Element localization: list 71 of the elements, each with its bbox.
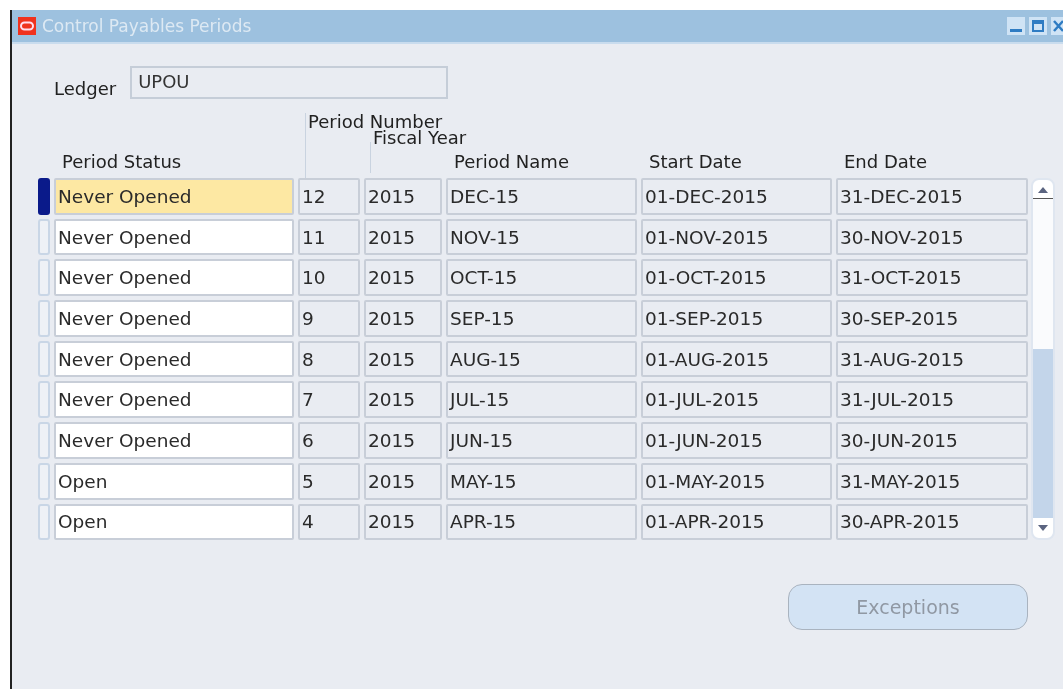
scroll-thumb[interactable] [1033, 198, 1053, 349]
table-cell: MAY-15 [446, 462, 637, 500]
scroll-down-icon[interactable] [1037, 524, 1049, 532]
table-cell: 30-APR-2015 [836, 503, 1028, 541]
status-field[interactable]: Never Opened [54, 381, 294, 419]
table-cell: SEP-15 [446, 300, 637, 337]
table-cell: NOV-15 [446, 218, 637, 256]
table-cell: 31-JUL-2015 [836, 381, 1028, 419]
table-cell: 2015 [364, 178, 442, 215]
table-cell: 31-OCT-2015 [836, 259, 1028, 297]
table-cell: 2015 [364, 422, 442, 459]
table-cell: 31-MAY-2015 [836, 462, 1028, 500]
column-header: Start Date [648, 151, 743, 174]
window-title: Control Payables Periods [42, 16, 253, 36]
table-cell: JUL-15 [446, 381, 637, 419]
ledger-label: Ledger [54, 78, 117, 99]
table-cell: AUG-15 [446, 340, 637, 378]
scrollbar[interactable] [1031, 178, 1055, 540]
table-cell: 7 [298, 381, 360, 419]
table-cell: 2015 [364, 381, 442, 419]
minimize-icon[interactable] [1007, 17, 1025, 35]
table-cell: 01-JUL-2015 [641, 381, 832, 419]
table-cell: 31-AUG-2015 [836, 340, 1028, 378]
scroll-up-icon[interactable] [1037, 186, 1049, 194]
table-cell: 2015 [364, 462, 442, 500]
status-field[interactable]: Never Opened [54, 178, 294, 215]
logo-icon [18, 17, 36, 35]
status-field[interactable]: Never Opened [54, 300, 294, 337]
table-cell: 31-DEC-2015 [836, 178, 1028, 215]
column-header: End Date [843, 151, 928, 174]
table-cell: 5 [298, 462, 360, 500]
table-cell: 30-NOV-2015 [836, 218, 1028, 256]
column-header: Period Status [61, 151, 183, 174]
table-cell: 4 [298, 503, 360, 541]
table-cell: JUN-15 [446, 422, 637, 459]
table-cell: 01-AUG-2015 [641, 340, 832, 378]
table-cell: 11 [298, 218, 360, 256]
table-cell: 01-NOV-2015 [641, 218, 832, 256]
table-cell: 2015 [364, 218, 442, 256]
table-cell: 2015 [364, 259, 442, 297]
table-cell: 01-OCT-2015 [641, 259, 832, 297]
column-header: Period Name [453, 151, 570, 174]
table-cell: 01-JUN-2015 [641, 422, 832, 459]
ledger-field[interactable]: UPOU [130, 66, 449, 99]
table-cell: 01-APR-2015 [641, 503, 832, 541]
table-cell: DEC-15 [446, 178, 637, 215]
table-cell: 01-DEC-2015 [641, 178, 832, 215]
row-indicator[interactable] [38, 178, 50, 215]
table-cell: 10 [298, 259, 360, 297]
table-cell: 01-SEP-2015 [641, 300, 832, 337]
table-cell: 30-SEP-2015 [836, 300, 1028, 337]
table-cell: 2015 [364, 340, 442, 378]
status-field[interactable]: Never Opened [54, 340, 294, 378]
table-cell: 01-MAY-2015 [641, 462, 832, 500]
table-cell: OCT-15 [446, 259, 637, 297]
table-cell: APR-15 [446, 503, 637, 541]
close-icon[interactable] [1051, 17, 1063, 35]
status-field[interactable]: Never Opened [54, 218, 294, 256]
maximize-icon[interactable] [1029, 17, 1047, 35]
status-field[interactable]: Open [54, 503, 294, 541]
table-cell: 6 [298, 422, 360, 459]
table-cell: 30-JUN-2015 [836, 422, 1028, 459]
table-cell: 12 [298, 178, 360, 215]
status-field[interactable]: Never Opened [54, 422, 294, 459]
status-field[interactable]: Open [54, 462, 294, 500]
column-header: Fiscal Year [373, 127, 467, 148]
table-cell: 2015 [364, 300, 442, 337]
table-cell: 2015 [364, 503, 442, 541]
table-cell: 9 [298, 300, 360, 337]
status-field[interactable]: Never Opened [54, 259, 294, 297]
table-cell: 8 [298, 340, 360, 378]
